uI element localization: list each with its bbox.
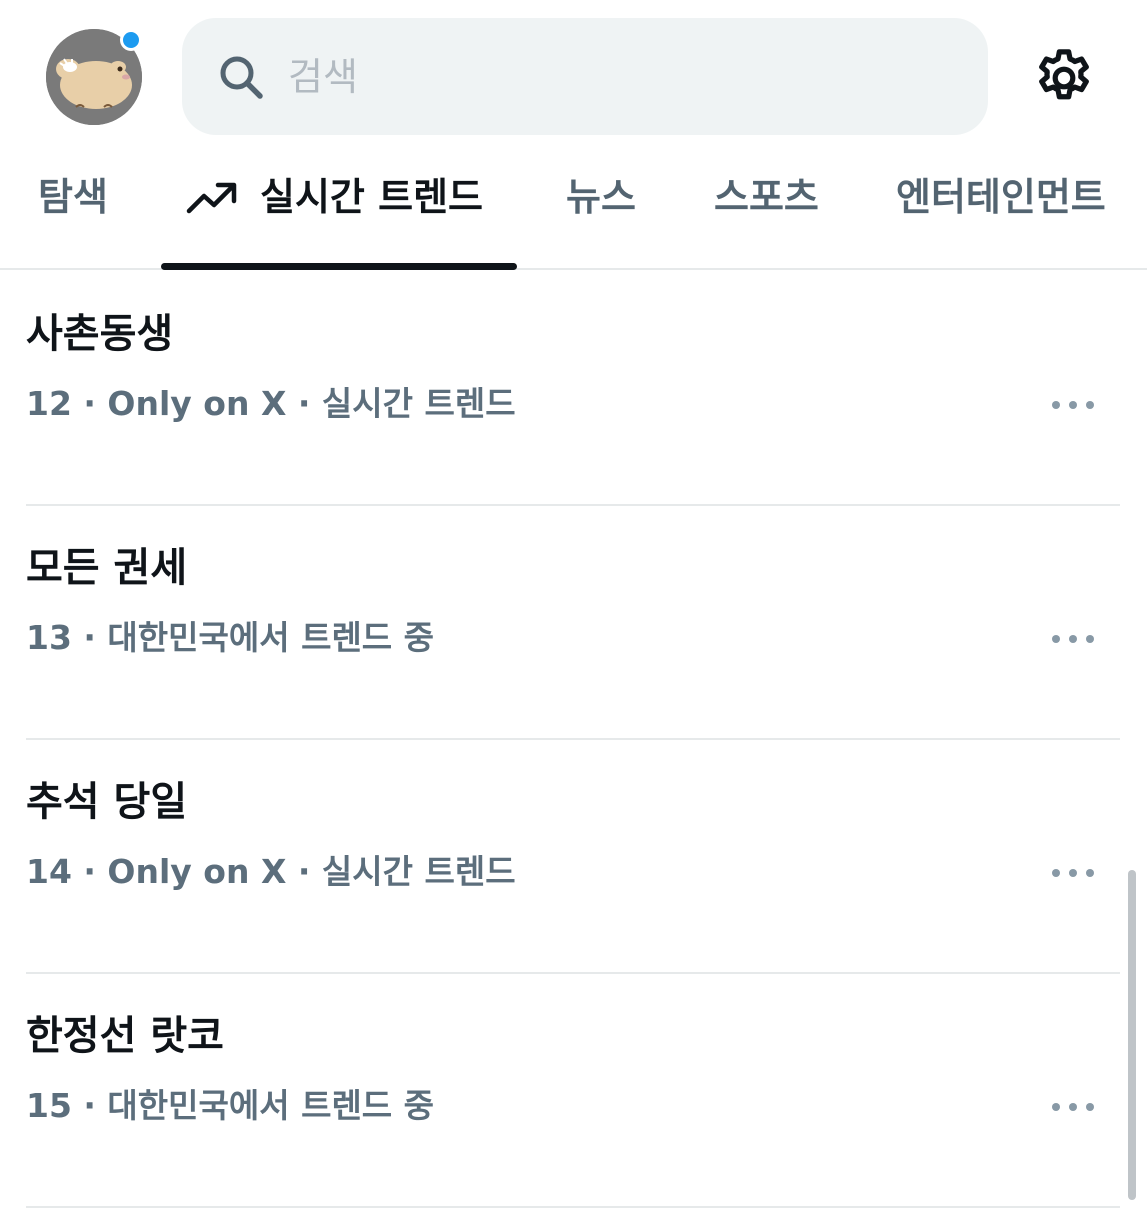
gear-icon — [1039, 49, 1089, 100]
notification-dot — [120, 29, 142, 51]
trend-item[interactable]: 사촌동생 12 · Only on X · 실시간 트렌드 — [0, 272, 1147, 506]
tab-trending[interactable]: 실시간 트렌드 — [186, 150, 483, 268]
more-options-button[interactable] — [1048, 624, 1098, 654]
trend-title: 모든 권세 — [26, 545, 188, 591]
more-dots-icon — [1052, 401, 1094, 409]
trend-meta: 12 · Only on X · 실시간 트렌드 — [26, 384, 516, 423]
search-icon — [216, 52, 266, 102]
tab-label: 실시간 트렌드 — [260, 175, 483, 219]
tab-entertainment[interactable]: 엔터테인먼트 — [896, 150, 1106, 268]
settings-button[interactable] — [1030, 44, 1098, 112]
more-options-button[interactable] — [1048, 390, 1098, 420]
more-dots-icon — [1052, 869, 1094, 877]
more-dots-icon — [1052, 635, 1094, 643]
trend-title: 사촌동생 — [26, 311, 174, 357]
more-options-button[interactable] — [1048, 858, 1098, 888]
tab-explore[interactable]: 탐색 — [38, 150, 108, 268]
trend-list: 사촌동생 12 · Only on X · 실시간 트렌드 모든 권세 13 ·… — [0, 272, 1147, 1208]
trend-title: 추석 당일 — [26, 779, 188, 825]
trend-title: 한정선 랏코 — [26, 1013, 224, 1059]
tab-label: 뉴스 — [566, 175, 636, 219]
tab-label: 스포츠 — [714, 175, 819, 219]
trend-item[interactable]: 추석 당일 14 · Only on X · 실시간 트렌드 — [0, 740, 1147, 974]
trend-meta: 13 · 대한민국에서 트렌드 중 — [26, 618, 435, 657]
avatar-button[interactable] — [46, 29, 142, 125]
tab-bar: 탐색 실시간 트렌드 뉴스 스포츠 엔터테인먼트 — [0, 150, 1147, 270]
active-tab-indicator — [161, 263, 517, 270]
more-dots-icon — [1052, 1103, 1094, 1111]
tab-news[interactable]: 뉴스 — [566, 150, 636, 268]
trend-item[interactable]: 모든 권세 13 · 대한민국에서 트렌드 중 — [0, 506, 1147, 740]
scrollbar[interactable] — [1128, 870, 1136, 1200]
tab-label: 탐색 — [38, 175, 108, 219]
search-bar[interactable] — [182, 18, 988, 135]
trend-meta: 14 · Only on X · 실시간 트렌드 — [26, 852, 516, 891]
tab-sports[interactable]: 스포츠 — [714, 150, 819, 268]
more-options-button[interactable] — [1048, 1092, 1098, 1122]
trending-arrow-icon — [186, 182, 237, 214]
trend-meta: 15 · 대한민국에서 트렌드 중 — [26, 1086, 435, 1125]
tab-label: 엔터테인먼트 — [896, 175, 1106, 219]
search-input[interactable] — [288, 54, 928, 99]
trend-item[interactable]: 한정선 랏코 15 · 대한민국에서 트렌드 중 — [0, 974, 1147, 1208]
